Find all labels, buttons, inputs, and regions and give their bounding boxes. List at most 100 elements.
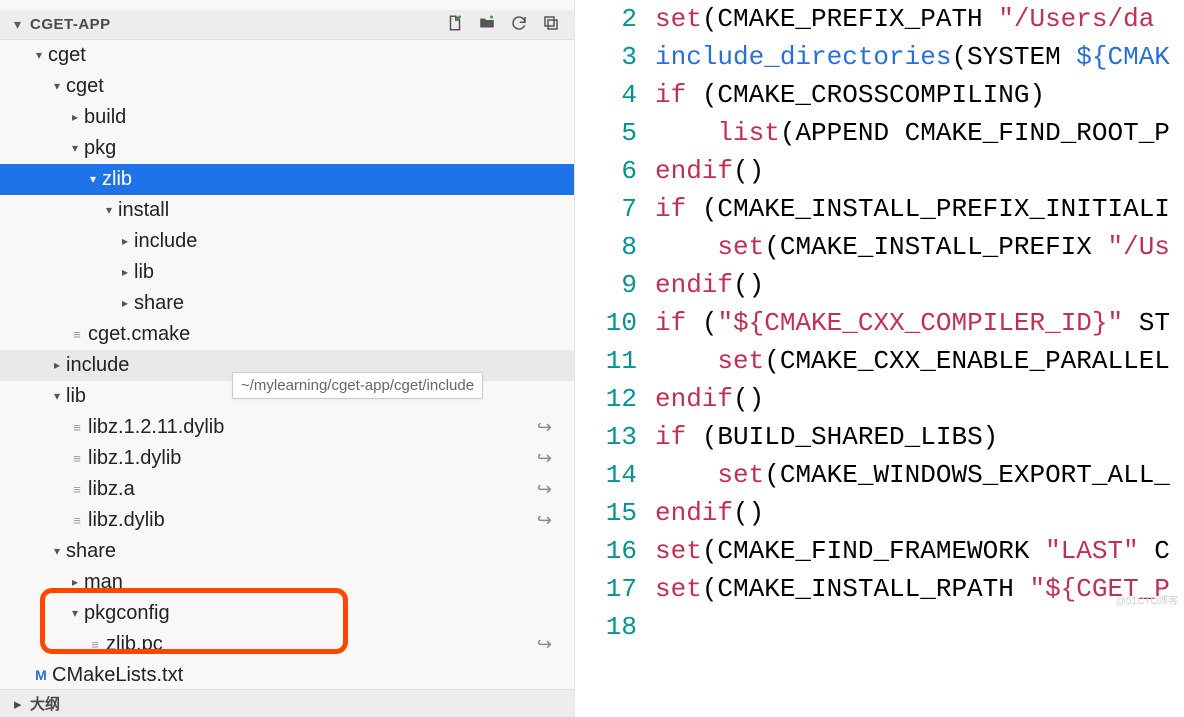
folder-label: share [132, 288, 184, 319]
file-label: cget.cmake [86, 319, 190, 350]
file-label: zlib.pc [104, 629, 163, 660]
code-area[interactable]: set(CMAKE_PREFIX_PATH "/Users/dainclude_… [655, 0, 1184, 717]
tree-file-libz-a[interactable]: libz.a ↪ [0, 474, 574, 505]
chevron-down-icon [50, 381, 64, 412]
chevron-right-icon [118, 257, 132, 288]
tree-file-cget-cmake[interactable]: cget.cmake [0, 319, 574, 350]
path-tooltip: ~/mylearning/cget-app/cget/include [232, 372, 483, 399]
new-folder-icon[interactable] [478, 14, 496, 35]
document-icon [68, 474, 86, 505]
line-number: 12 [575, 380, 655, 418]
folder-label: man [82, 567, 123, 598]
symlink-icon: ↪ [537, 629, 552, 660]
line-number: 18 [575, 608, 655, 646]
code-line[interactable]: if (BUILD_SHARED_LIBS) [655, 418, 1184, 456]
folder-label: lib [132, 257, 154, 288]
folder-label: include [132, 226, 197, 257]
line-number: 16 [575, 532, 655, 570]
document-icon [68, 443, 86, 474]
line-number: 3 [575, 38, 655, 76]
symlink-icon: ↪ [537, 443, 552, 474]
chevron-down-icon [68, 133, 82, 164]
line-number: 4 [575, 76, 655, 114]
document-icon [68, 412, 86, 443]
line-number: 8 [575, 228, 655, 266]
tree-folder-cget[interactable]: cget [0, 40, 574, 71]
tree-folder-install[interactable]: install [0, 195, 574, 226]
code-line[interactable]: include_directories(SYSTEM ${CMAK [655, 38, 1184, 76]
file-label: CMakeLists.txt [50, 660, 183, 689]
chevron-right-icon [118, 288, 132, 319]
new-file-icon[interactable] [446, 14, 464, 35]
chevron-right-icon [68, 102, 82, 133]
code-line[interactable]: endif() [655, 494, 1184, 532]
code-line[interactable]: if (CMAKE_CROSSCOMPILING) [655, 76, 1184, 114]
header-actions [446, 14, 568, 35]
symlink-icon: ↪ [537, 505, 552, 536]
tree-folder-lib[interactable]: lib [0, 257, 574, 288]
code-line[interactable]: list(APPEND CMAKE_FIND_ROOT_P [655, 114, 1184, 152]
tree-file-libz-dylib[interactable]: libz.dylib ↪ [0, 505, 574, 536]
code-line[interactable]: set(CMAKE_FIND_FRAMEWORK "LAST" C [655, 532, 1184, 570]
tree-folder-pkgconfig[interactable]: pkgconfig [0, 598, 574, 629]
code-line[interactable]: endif() [655, 152, 1184, 190]
refresh-icon[interactable] [510, 14, 528, 35]
code-editor[interactable]: 23456789101112131415161718 set(CMAKE_PRE… [575, 0, 1184, 717]
code-line[interactable] [655, 608, 1184, 646]
code-line[interactable]: set(CMAKE_INSTALL_RPATH "${CGET_P [655, 570, 1184, 608]
file-explorer: CGET-APP cget cget build [0, 0, 575, 717]
folder-label: lib [64, 381, 86, 412]
file-tree: cget cget build pkg zlib install include [0, 40, 574, 689]
tree-folder-zlib[interactable]: zlib [0, 164, 574, 195]
chevron-down-icon[interactable] [14, 16, 26, 33]
tree-folder-share[interactable]: share [0, 288, 574, 319]
code-line[interactable]: if (CMAKE_INSTALL_PREFIX_INITIALI [655, 190, 1184, 228]
line-number: 15 [575, 494, 655, 532]
tree-folder-include[interactable]: include [0, 226, 574, 257]
folder-label: include [64, 350, 129, 381]
tree-folder-cget-inner[interactable]: cget [0, 71, 574, 102]
line-number: 7 [575, 190, 655, 228]
code-line[interactable]: if ("${CMAKE_CXX_COMPILER_ID}" ST [655, 304, 1184, 342]
line-number: 14 [575, 456, 655, 494]
chevron-down-icon [102, 195, 116, 226]
symlink-icon: ↪ [537, 474, 552, 505]
line-number: 5 [575, 114, 655, 152]
chevron-down-icon [86, 164, 100, 195]
tree-file-zlib-pc[interactable]: zlib.pc ↪ [0, 629, 574, 660]
tree-folder-build[interactable]: build [0, 102, 574, 133]
folder-label: build [82, 102, 126, 133]
chevron-right-icon [50, 350, 64, 381]
folder-label: cget [46, 40, 86, 71]
code-line[interactable]: set(CMAKE_INSTALL_PREFIX "/Us [655, 228, 1184, 266]
code-line[interactable]: endif() [655, 266, 1184, 304]
tree-file-libz-1211[interactable]: libz.1.2.11.dylib ↪ [0, 412, 574, 443]
code-line[interactable]: set(CMAKE_PREFIX_PATH "/Users/da [655, 0, 1184, 38]
chevron-down-icon [68, 598, 82, 629]
code-line[interactable]: set(CMAKE_WINDOWS_EXPORT_ALL_ [655, 456, 1184, 494]
chevron-right-icon [68, 567, 82, 598]
tree-folder-man[interactable]: man [0, 567, 574, 598]
tree-folder-share-root[interactable]: share [0, 536, 574, 567]
tree-file-libz-1[interactable]: libz.1.dylib ↪ [0, 443, 574, 474]
outline-header[interactable]: 大纲 [0, 689, 574, 717]
code-line[interactable]: endif() [655, 380, 1184, 418]
tree-file-cmakelists[interactable]: M CMakeLists.txt [0, 660, 574, 689]
line-number: 6 [575, 152, 655, 190]
watermark: @51CTO博客 [1116, 592, 1178, 607]
chevron-right-icon [14, 695, 26, 713]
project-header[interactable]: CGET-APP [0, 10, 574, 40]
line-number: 2 [575, 0, 655, 38]
chevron-down-icon [50, 71, 64, 102]
code-line[interactable]: set(CMAKE_CXX_ENABLE_PARALLEL [655, 342, 1184, 380]
tree-folder-pkg[interactable]: pkg [0, 133, 574, 164]
folder-label: share [64, 536, 116, 567]
folder-label: pkgconfig [82, 598, 170, 629]
folder-label: cget [64, 71, 104, 102]
collapse-all-icon[interactable] [542, 14, 560, 35]
line-number: 11 [575, 342, 655, 380]
line-number: 13 [575, 418, 655, 456]
file-label: libz.1.2.11.dylib [86, 412, 224, 443]
file-label: libz.1.dylib [86, 443, 181, 474]
document-icon [86, 629, 104, 660]
